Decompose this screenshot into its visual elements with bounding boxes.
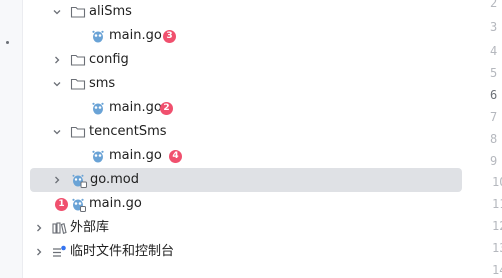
- tree-row-tencentsms[interactable]: tencentSms: [22, 120, 462, 144]
- line-number: 7: [490, 110, 498, 124]
- chevron-right-icon[interactable]: [50, 53, 64, 67]
- tree-row-gomod[interactable]: go.mod: [30, 168, 462, 192]
- chevron-down-icon[interactable]: [50, 5, 64, 19]
- tree-row-tencentsms-main[interactable]: main.go 4: [22, 144, 462, 168]
- tree-row-scratches-consoles[interactable]: 临时文件和控制台: [22, 240, 462, 264]
- line-number: 11: [492, 197, 502, 211]
- file-label: main.go: [109, 28, 162, 43]
- annotation-badge: 3: [163, 30, 176, 43]
- go-file-icon: [90, 28, 106, 44]
- scratches-icon: [51, 244, 67, 260]
- library-icon: [51, 220, 67, 236]
- tree-row-config[interactable]: config: [22, 48, 462, 72]
- chevron-right-icon[interactable]: [32, 245, 46, 259]
- chevron-right-icon[interactable]: [32, 221, 46, 235]
- line-number: 4: [490, 44, 498, 58]
- file-label: main.go: [89, 196, 142, 211]
- folder-label: config: [89, 52, 129, 67]
- line-number: 9: [490, 154, 498, 168]
- go-file-icon: [70, 196, 86, 212]
- line-number: 3: [490, 20, 498, 34]
- line-number: 8: [490, 132, 498, 146]
- folder-label: aliSms: [89, 4, 132, 19]
- tree-row-external-libraries[interactable]: 外部库: [22, 216, 462, 240]
- annotation-badge: 1: [55, 198, 68, 211]
- annotation-badge: 4: [169, 150, 182, 163]
- line-number: 13: [492, 241, 502, 255]
- tree-label: 临时文件和控制台: [70, 244, 175, 259]
- tree-row-sms-main[interactable]: main.go 2: [22, 96, 462, 120]
- line-number: 5: [490, 66, 498, 80]
- toolbar-dot: [6, 41, 9, 44]
- chevron-down-icon[interactable]: [50, 77, 64, 91]
- line-number: 6: [490, 88, 498, 102]
- folder-label: tencentSms: [89, 124, 167, 139]
- tree-row-sms[interactable]: sms: [22, 72, 462, 96]
- annotation-badge: 2: [160, 102, 173, 115]
- file-label: go.mod: [90, 172, 139, 187]
- line-number: 12: [492, 219, 502, 233]
- folder-icon: [70, 52, 86, 68]
- file-label: main.go: [109, 100, 162, 115]
- tree-row-root-main[interactable]: 1 main.go: [22, 192, 462, 216]
- tree-row-alisms[interactable]: aliSms: [22, 0, 462, 24]
- line-number: 14: [492, 263, 502, 277]
- folder-icon: [70, 124, 86, 140]
- tree-label: 外部库: [70, 220, 110, 235]
- folder-icon: [70, 4, 86, 20]
- line-number: 2: [490, 0, 498, 10]
- file-label: main.go: [109, 148, 162, 163]
- line-number: 10: [492, 175, 502, 189]
- left-toolbar-strip: [0, 0, 23, 278]
- chevron-right-icon[interactable]: [50, 173, 64, 187]
- folder-icon: [70, 76, 86, 92]
- editor-line-gutter: 2 3 4 5 6 7 8 9 10 11 12 13 14: [462, 0, 502, 278]
- tree-row-alisms-main[interactable]: main.go 3: [22, 24, 462, 48]
- chevron-down-icon[interactable]: [50, 125, 64, 139]
- go-module-icon: [71, 172, 87, 188]
- go-file-icon: [90, 148, 106, 164]
- go-file-icon: [90, 100, 106, 116]
- folder-label: sms: [89, 76, 116, 91]
